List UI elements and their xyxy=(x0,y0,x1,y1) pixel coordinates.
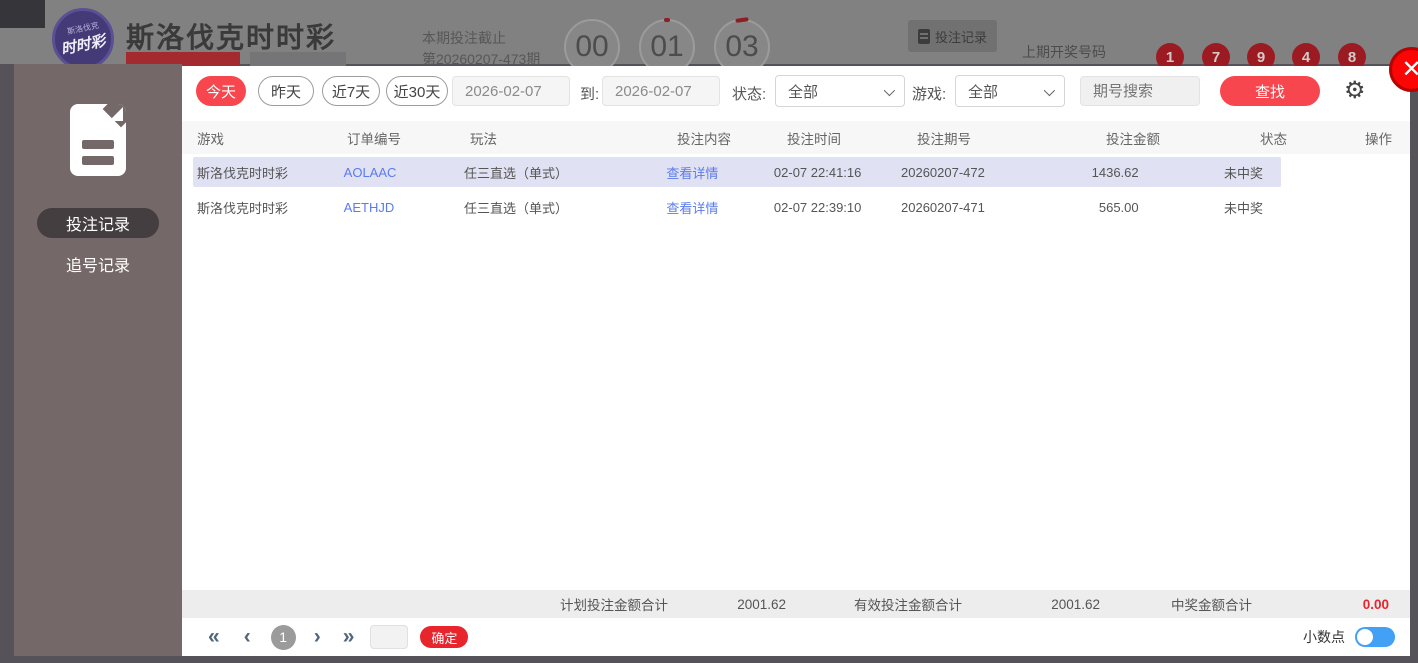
next-page-icon[interactable]: › xyxy=(314,626,321,647)
countdown-progress-tick xyxy=(735,17,749,23)
bet-records-modal: 今天 昨天 近7天 近30天 2026-02-07 到: 2026-02-07 … xyxy=(182,66,1410,656)
modal-sidebar: 投注记录 追号记录 xyxy=(14,64,182,656)
cell-play: 任三直选（单式） xyxy=(463,165,568,181)
order-link[interactable]: AOLAAC xyxy=(344,165,464,180)
cell-time: 02-07 22:41:16 xyxy=(773,164,862,180)
view-details-link[interactable]: 查看详情 xyxy=(666,163,774,182)
date-to-input[interactable]: 2026-02-07 xyxy=(602,76,720,106)
cell-status: 未中奖 xyxy=(1224,200,1264,216)
win-total-value: 0.00 xyxy=(1362,596,1389,612)
lottery-logo: 斯洛伐克 时时彩 xyxy=(52,8,114,70)
last-page-icon[interactable]: » xyxy=(343,626,355,647)
cell-play: 任三直选（单式） xyxy=(463,200,568,216)
page-title: 斯洛伐克时时彩 xyxy=(126,22,337,53)
planned-total-label: 计划投注金额合计 xyxy=(560,598,668,613)
table-row: 斯洛伐克时时彩 AOLAAC 任三直选（单式） 查看详情 02-07 22:41:16 2… xyxy=(193,157,1281,187)
deadline-label: 本期投注截止 xyxy=(422,30,506,46)
view-details-link[interactable]: 查看详情 xyxy=(666,198,774,217)
table-row: 斯洛伐克时时彩 AETHJD 任三直选（单式） 查看详情 02-07 22:39:10 2… xyxy=(193,192,1281,222)
cell-status: 未中奖 xyxy=(1224,165,1264,181)
cell-amount: 565.00 xyxy=(1098,199,1139,215)
search-button[interactable]: 查找 xyxy=(1220,76,1320,106)
bet-record-button[interactable]: 投注记录 xyxy=(908,20,998,52)
cell-period: 20260207-472 xyxy=(901,164,985,180)
chevron-down-icon xyxy=(1043,84,1056,97)
col-game: 游戏 xyxy=(197,131,224,147)
decimal-toggle-label: 小数点 xyxy=(1303,629,1345,645)
close-icon: ✕ xyxy=(1401,55,1418,83)
cell-game: 斯洛伐克时时彩 xyxy=(197,165,289,181)
topbar-fragment xyxy=(0,0,45,28)
col-content: 投注内容 xyxy=(677,131,731,147)
valid-total-value: 2001.62 xyxy=(1051,596,1100,612)
col-amount: 投注金额 xyxy=(1106,131,1160,147)
countdown-progress-tick xyxy=(664,18,670,22)
col-play: 玩法 xyxy=(470,131,497,147)
cell-game: 斯洛伐克时时彩 xyxy=(197,200,289,216)
confirm-page-button[interactable]: 确定 xyxy=(420,626,469,648)
quick-filter-30days[interactable]: 近30天 xyxy=(386,76,448,106)
col-order: 订单编号 xyxy=(347,131,401,147)
page-header: 斯洛伐克 时时彩 斯洛伐克时时彩 本期投注截止 第20260207-473期 0… xyxy=(0,0,1418,78)
page-jump-input[interactable] xyxy=(370,625,409,649)
to-label: 到: xyxy=(580,86,600,103)
first-page-icon[interactable]: « xyxy=(208,626,220,647)
status-select[interactable]: 全部 xyxy=(775,75,905,107)
records-icon xyxy=(70,104,126,176)
col-period: 投注期号 xyxy=(917,131,971,147)
gear-icon[interactable]: ⚙ xyxy=(1344,77,1366,105)
win-total-label: 中奖金额合计 xyxy=(1171,598,1252,613)
quick-filter-yesterday[interactable]: 昨天 xyxy=(258,76,314,106)
table-header: 游戏 订单编号 玩法 投注内容 投注时间 投注期号 投注金额 状态 操作 xyxy=(182,121,1410,154)
deadline-block: 本期投注截止 第20260207-473期 xyxy=(422,28,540,70)
valid-total-label: 有效投注金额合计 xyxy=(854,598,962,613)
col-time: 投注时间 xyxy=(787,131,841,147)
prev-page-icon[interactable]: ‹ xyxy=(244,626,251,647)
col-action: 操作 xyxy=(1365,131,1392,147)
summary-bar: 计划投注金额合计 2001.62 有效投注金额合计 2001.62 中奖金额合计… xyxy=(182,590,1410,618)
col-status: 状态 xyxy=(1260,131,1287,147)
document-icon xyxy=(918,28,930,44)
sidebar-item-bet-records[interactable]: 投注记录 xyxy=(37,208,159,238)
quick-filter-7days[interactable]: 近7天 xyxy=(322,76,380,106)
quick-filter-today[interactable]: 今天 xyxy=(196,76,246,106)
pagination-bar: « ‹ 1 › » 确定 小数点 xyxy=(182,618,1410,656)
game-select[interactable]: 全部 xyxy=(955,75,1065,107)
date-from-input[interactable]: 2026-02-07 xyxy=(452,76,570,106)
period-search-input[interactable] xyxy=(1080,76,1200,106)
planned-total-value: 2001.62 xyxy=(737,596,786,612)
last-draw-label: 上期开奖号码 xyxy=(1022,44,1106,60)
sidebar-item-chase-records[interactable]: 追号记录 xyxy=(37,250,159,278)
chevron-down-icon xyxy=(883,84,896,97)
table-body: 斯洛伐克时时彩 AOLAAC 任三直选（单式） 查看详情 02-07 22:41:16 2… xyxy=(193,157,1281,227)
cell-time: 02-07 22:39:10 xyxy=(773,199,862,215)
cell-amount: 1436.62 xyxy=(1091,164,1139,180)
page-number[interactable]: 1 xyxy=(270,624,296,650)
status-label: 状态: xyxy=(732,86,767,103)
order-link[interactable]: AETHJD xyxy=(344,200,464,215)
game-label: 游戏: xyxy=(912,86,947,103)
decimal-toggle[interactable] xyxy=(1355,627,1395,647)
cell-period: 20260207-471 xyxy=(901,199,985,215)
